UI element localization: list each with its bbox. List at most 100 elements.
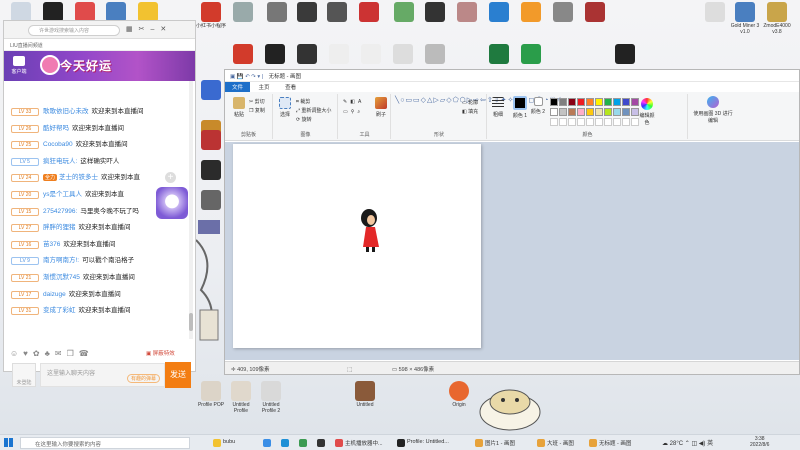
chat-scrollbar[interactable] <box>189 81 193 339</box>
fan-icon[interactable]: ✿ <box>33 349 45 358</box>
palette-color-swatch[interactable] <box>568 98 576 106</box>
palette-color-swatch[interactable] <box>586 98 594 106</box>
color2-button[interactable]: 颜色 2 <box>530 97 546 115</box>
client-button[interactable]: 客户端 <box>8 56 30 75</box>
custom-color-slot[interactable] <box>559 118 567 126</box>
fill-bucket-icon[interactable]: ◧ <box>350 99 358 105</box>
desktop-icon[interactable]: Untitled Profile 2 <box>256 381 286 414</box>
volume-icon[interactable]: ◀) <box>699 441 706 447</box>
desktop-icon[interactable] <box>196 80 226 101</box>
copy-button[interactable]: ❐ 复制 <box>249 107 265 114</box>
taskbar-app-button[interactable]: bubu <box>212 437 235 449</box>
desktop-icon[interactable] <box>262 2 292 35</box>
desktop-icon[interactable]: Gold Miner 3 v1.0 <box>730 2 760 35</box>
quick-access-icons[interactable]: ▣ 💾 ↶ ↷ ▾ | <box>230 74 263 80</box>
brush-button[interactable]: 刷子 <box>373 97 389 118</box>
windows-start-icon[interactable] <box>4 438 13 447</box>
size-button[interactable]: 粗细 <box>490 97 506 118</box>
taskbar-app-button[interactable] <box>298 437 309 449</box>
palette-color-swatch[interactable] <box>622 98 630 106</box>
chat-username[interactable]: 疯狂电玩人: <box>43 158 77 165</box>
gift-sticker[interactable] <box>156 187 188 219</box>
chat-username[interactable]: ys是个工具人 <box>43 191 82 198</box>
taskbar-app-button[interactable] <box>262 437 273 449</box>
rotate-button[interactable]: ⟳ 旋转 <box>296 116 312 123</box>
custom-color-slot[interactable] <box>604 118 612 126</box>
chat-username[interactable]: daizuge <box>43 291 66 298</box>
custom-color-slot[interactable] <box>550 118 558 126</box>
taskbar-app-button[interactable]: 图片1 - 画图 <box>474 437 515 449</box>
palette-color-swatch[interactable] <box>577 98 585 106</box>
phone-icon[interactable]: ☎ <box>79 349 94 358</box>
desktop-icon[interactable] <box>420 2 450 35</box>
text-icon[interactable]: A <box>358 99 364 105</box>
select-button[interactable]: 选择 <box>278 97 292 118</box>
eraser-icon[interactable]: ▭ <box>343 109 351 115</box>
palette-color-swatch[interactable] <box>577 108 585 116</box>
user-avatar[interactable]: 未登陆 <box>12 363 36 387</box>
desktop-icon[interactable] <box>354 2 384 35</box>
palette-color-swatch[interactable] <box>613 98 621 106</box>
chat-message-input[interactable]: 这里输入聊天内容 有趣的弹幕 <box>40 363 165 387</box>
palette-color-swatch[interactable] <box>613 108 621 116</box>
taskbar-app-button[interactable]: Profile: Untitled... <box>396 437 449 449</box>
taskbar-clock[interactable]: 3:38 2022/8/6 <box>750 436 769 448</box>
taskbar-app-button[interactable] <box>280 437 291 449</box>
chat-username[interactable]: 胖胖的狸猪 <box>43 224 76 231</box>
magnifier-icon[interactable]: ⌕ <box>357 109 363 115</box>
desktop-icon[interactable] <box>228 2 258 35</box>
fill-button[interactable]: ◧ 填充 <box>462 108 478 115</box>
resize-button[interactable]: ⤢ 重新调整大小 <box>296 107 331 114</box>
tab-home[interactable]: 主页 <box>252 82 277 92</box>
desktop-icon[interactable] <box>389 2 419 35</box>
palette-color-swatch[interactable] <box>595 98 603 106</box>
desktop-icon[interactable] <box>196 160 226 181</box>
taskbar-app-button[interactable]: 无标题 - 画图 <box>588 437 631 449</box>
tab-view[interactable]: 查看 <box>278 82 303 92</box>
palette-color-swatch[interactable] <box>604 108 612 116</box>
danmu-button[interactable]: 有趣的弹幕 <box>126 374 160 383</box>
task-icon[interactable]: ❒ <box>67 349 79 358</box>
color1-button[interactable]: 颜色 1 <box>512 96 528 119</box>
chat-scroll-thumb[interactable] <box>189 313 193 331</box>
desktop-icon[interactable] <box>548 2 578 35</box>
desktop-icon[interactable] <box>196 130 226 151</box>
shapes-gallery[interactable]: ╲○▭▭◇△▷▱◇⬠⬡▷⇨⇦⇧⇩✦✧★✶◻◯◔♡⚡ <box>395 97 562 105</box>
palette-color-swatch[interactable] <box>595 108 603 116</box>
custom-color-slot[interactable] <box>613 118 621 126</box>
chat-username[interactable]: 芝士的铁多士 <box>59 174 98 181</box>
gift-icon[interactable]: ♥ <box>23 349 33 358</box>
minimize-icon[interactable]: – <box>151 26 161 33</box>
emoji-icon[interactable]: ☺ <box>10 349 23 358</box>
network-icon[interactable]: ◫ <box>691 441 697 447</box>
palette-color-swatch[interactable] <box>559 108 567 116</box>
palette-color-swatch[interactable] <box>550 98 558 106</box>
chat-username[interactable]: 酷好帮吗 <box>43 125 69 132</box>
desktop-icon[interactable] <box>322 2 352 35</box>
tools-icon[interactable]: ✂ <box>139 26 151 33</box>
custom-color-slot[interactable] <box>586 118 594 126</box>
tab-file[interactable]: 文件 <box>225 82 251 92</box>
ime-indicator[interactable]: 英 <box>707 441 713 447</box>
desktop-icon[interactable] <box>700 2 730 35</box>
taskbar-app-button[interactable]: 大班 - 画图 <box>536 437 574 449</box>
paint-canvas[interactable] <box>233 144 481 348</box>
desktop-icon[interactable]: Untitled Profile <box>226 381 256 414</box>
desktop-icon[interactable] <box>452 2 482 35</box>
desktop-icon[interactable]: Untitled <box>350 381 380 414</box>
crop-button[interactable]: ⌗ 裁剪 <box>296 98 310 105</box>
weather-temp[interactable]: 28°C <box>670 441 683 447</box>
palette-color-swatch[interactable] <box>568 108 576 116</box>
chat-search-input[interactable]: 许世游戏搜索输入内容 <box>28 25 120 36</box>
paint3d-button[interactable]: 使用画图 3D 进行编辑 <box>693 96 733 124</box>
chat-username[interactable]: 275427996: <box>43 208 77 215</box>
desktop-icon[interactable] <box>292 2 322 35</box>
chat-username[interactable]: 南方啊南方!: <box>43 257 79 264</box>
mail-icon[interactable]: ✉ <box>55 349 67 358</box>
desktop-icon[interactable] <box>516 2 546 35</box>
block-effects-toggle[interactable]: ▣ 屏蔽特效 <box>146 349 175 357</box>
palette-color-swatch[interactable] <box>559 98 567 106</box>
chat-username[interactable]: 歌歌依旧心未改 <box>43 108 89 115</box>
tray-arrow-icon[interactable]: ⌃ <box>685 441 690 447</box>
chat-username[interactable]: Cocoba90 <box>43 141 73 148</box>
